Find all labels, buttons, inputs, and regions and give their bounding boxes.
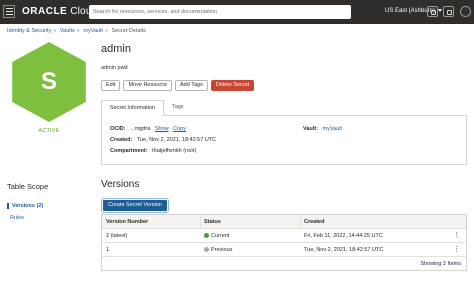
secret-information-panel: OCID: ...mgdra Show Copy Created: Tue, N… [101,115,467,165]
breadcrumb-myvault[interactable]: myVault [83,28,102,34]
compartment-row: Compartment: thatjeffsmith (root) [110,148,197,154]
versions-heading: Versions [101,179,140,190]
column-header-created[interactable]: Created [304,219,324,225]
edit-button[interactable]: Edit [101,80,121,91]
delete-secret-button[interactable]: Delete Secret [210,80,255,91]
version-status: Current [204,233,229,239]
search-input[interactable]: Search for resources, services, and docu… [89,5,351,19]
secret-description: admin pwd [101,65,128,71]
vault-link[interactable]: myVault [323,126,342,132]
move-resource-button[interactable]: Move Resource [123,80,173,91]
add-tags-button[interactable]: Add Tags [175,80,208,91]
versions-table: Version Number Status Created 2 (latest)… [101,214,467,271]
page-title: admin [101,43,131,55]
breadcrumb-current: Secret Details [111,28,146,34]
create-secret-version-button[interactable]: Create Secret Version [101,198,169,213]
show-ocid-link[interactable]: Show [155,126,169,132]
ocid-row: OCID: ...mgdra Show Copy [110,126,186,132]
table-header-row: Version Number Status Created [102,215,466,228]
tab-secret-information[interactable]: Secret Information [101,100,164,116]
version-created: Tue, Nov 2, 2021, 18:42:57 UTC [304,247,384,253]
top-navigation-bar: ORACLE Cloud Search for resources, servi… [0,0,474,24]
oracle-cloud-logo[interactable]: ORACLE Cloud [22,6,97,17]
menu-icon[interactable] [3,5,15,18]
scope-item-rules[interactable]: Rules [7,215,24,221]
table-scope-heading: Table Scope [7,182,49,191]
row-actions-icon[interactable]: ⋮ [453,232,460,239]
status-dot-icon [204,247,209,252]
table-row[interactable]: 1 Previous Tue, Nov 2, 2021, 18:42:57 UT… [102,242,466,256]
status-label: ACTIVE [38,128,60,134]
version-status: Previous [204,247,232,253]
column-header-status[interactable]: Status [204,219,221,225]
table-footer: Showing 2 Items [102,256,466,270]
column-header-version[interactable]: Version Number [106,219,148,225]
chevron-down-icon [438,8,443,12]
row-actions-icon[interactable]: ⋮ [453,246,460,253]
created-value: Tue, Nov 2, 2021, 18:42:57 UTC [136,137,217,143]
compartment-value: thatjeffsmith (root) [152,148,197,154]
copy-ocid-link[interactable]: Copy [173,126,186,132]
ocid-value: ...mgdra [130,126,151,132]
profile-avatar[interactable] [460,6,471,17]
vault-row: Vault: myVault [303,126,342,132]
tab-tags[interactable]: Tags [164,100,192,116]
item-count: Showing 2 Items [420,261,461,267]
secret-hexagon-icon: S [12,42,86,122]
scope-item-versions[interactable]: Versions (2) [7,203,43,209]
status-dot-icon [204,233,209,238]
breadcrumb: Identity & Security» Vaults» myVault» Se… [7,28,146,34]
breadcrumb-identity-security[interactable]: Identity & Security [7,28,51,34]
version-number: 2 (latest) [106,233,128,239]
version-number: 1 [106,247,110,253]
breadcrumb-vaults[interactable]: Vaults [60,28,75,34]
version-created: Fri, Feb 11, 2022, 14:44:25 UTC [304,233,383,239]
help-icon[interactable] [443,6,454,17]
table-row[interactable]: 2 (latest) Current Fri, Feb 11, 2022, 14… [102,228,466,242]
action-buttons: Edit Move Resource Add Tags Delete Secre… [101,80,255,91]
created-row: Created: Tue, Nov 2, 2021, 18:42:57 UTC [110,137,217,143]
cloud-shell-icon[interactable] [427,6,438,17]
detail-tabs: Secret Information Tags [101,100,192,116]
